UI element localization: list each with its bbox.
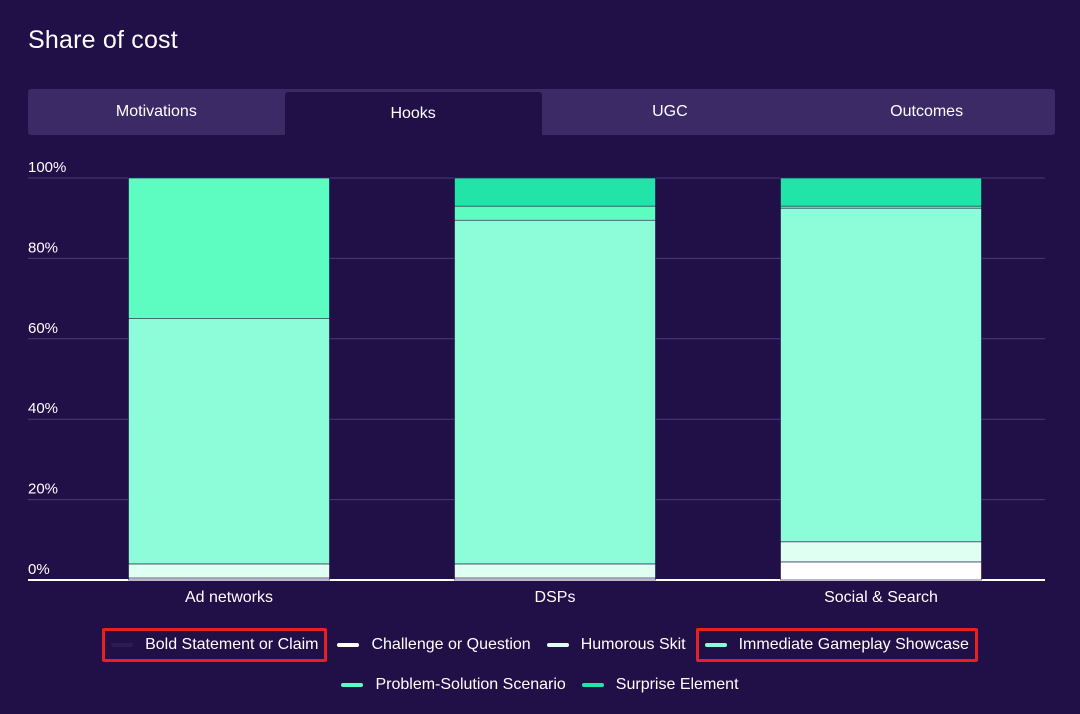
bar-segment[interactable] (454, 577, 656, 581)
legend-swatch-icon (341, 683, 364, 687)
legend-swatch-icon (581, 683, 604, 687)
y-tick-label: 60% (28, 320, 58, 337)
legend-item[interactable]: Surprise Element (576, 668, 745, 702)
bar-segment[interactable] (454, 205, 656, 221)
stacked-bar-chart: 0% 20% 40% 60% 80% 100% Ad networks DSPs Social… (28, 159, 1045, 606)
tab-outcomes[interactable]: Outcomes (798, 89, 1055, 135)
legend-item[interactable]: Humorous Skit (541, 628, 692, 662)
bar-segment[interactable] (128, 318, 330, 565)
legend-item[interactable]: Challenge or Question (331, 628, 536, 662)
legend-label: Problem-Solution Scenario (375, 676, 566, 693)
x-tick-label: Ad networks (185, 589, 273, 606)
y-tick-label: 20% (28, 481, 58, 498)
x-axis-labels: Ad networks DSPs Social & Search (185, 589, 938, 606)
legend-swatch-icon (111, 643, 134, 647)
y-tick-label: 40% (28, 400, 58, 417)
legend-label: Surprise Element (615, 676, 739, 693)
bar-segment[interactable] (780, 177, 982, 207)
tab-ugc[interactable]: UGC (542, 89, 799, 135)
tab-bar: Motivations Hooks UGC Outcomes (28, 89, 1055, 135)
legend-swatch-icon (546, 643, 569, 647)
bars (128, 177, 982, 581)
legend-swatch-icon (337, 643, 360, 647)
y-tick-label: 100% (28, 159, 66, 176)
legend-label: Humorous Skit (580, 636, 686, 653)
bar-segment[interactable] (780, 541, 982, 563)
bar-segment[interactable] (780, 561, 982, 581)
legend-item[interactable]: Bold Statement or Claim (102, 628, 328, 662)
chart-legend: Bold Statement or Claim Challenge or Ques… (60, 628, 1020, 708)
legend-label: Challenge or Question (371, 636, 531, 653)
bar-segment[interactable] (780, 207, 982, 543)
legend-row: Bold Statement or Claim Challenge or Ques… (60, 628, 1020, 662)
bar-segment[interactable] (128, 177, 330, 319)
legend-item[interactable]: Problem-Solution Scenario (335, 668, 571, 702)
legend-swatch-icon (704, 643, 727, 647)
x-tick-label: DSPs (535, 589, 576, 606)
bar-segment[interactable] (128, 577, 330, 581)
y-tick-label: 80% (28, 239, 58, 256)
bar-segment[interactable] (128, 563, 330, 579)
bar-segment[interactable] (454, 219, 656, 565)
tab-hooks[interactable]: Hooks (284, 92, 542, 135)
x-tick-label: Social & Search (824, 589, 938, 606)
chart-title: Share of cost (28, 26, 178, 54)
legend-label: Immediate Gameplay Showcase (738, 636, 969, 653)
tab-motivations[interactable]: Motivations (28, 89, 285, 135)
y-axis-ticks: 0% 20% 40% 60% 80% 100% (28, 159, 66, 578)
bar-segment[interactable] (454, 563, 656, 579)
bar-segment[interactable] (780, 205, 982, 209)
bar-segment[interactable] (454, 177, 656, 207)
legend-row: Problem-Solution Scenario Surprise Elemen… (60, 668, 1020, 702)
legend-label: Bold Statement or Claim (145, 636, 319, 653)
y-tick-label: 0% (28, 561, 50, 578)
legend-item[interactable]: Immediate Gameplay Showcase (695, 628, 978, 662)
